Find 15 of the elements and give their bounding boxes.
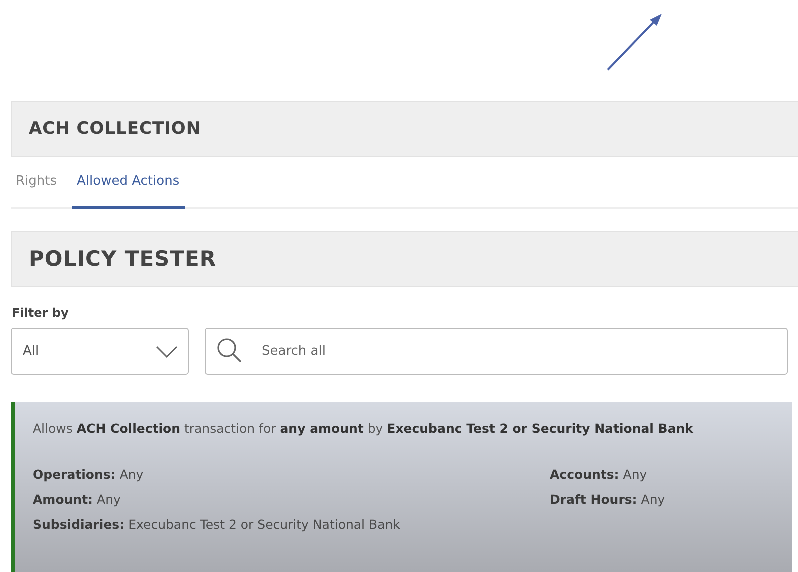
filter-label: Filter by: [12, 306, 70, 320]
section-header: POLICY TESTER: [11, 231, 798, 287]
detail-field: Accounts: Any: [550, 467, 750, 482]
filter-dropdown[interactable]: All: [11, 328, 189, 375]
detail-field: Operations: Any: [33, 467, 550, 482]
tab[interactable]: Allowed Actions: [72, 157, 185, 209]
detail-field: Amount: Any: [33, 492, 550, 507]
section-header: ACH COLLECTION: [11, 101, 798, 157]
detail-field: Draft Hours: Any: [550, 492, 750, 507]
tab[interactable]: Rights: [11, 157, 62, 209]
search-field[interactable]: Search all: [205, 328, 788, 375]
search-icon: [217, 338, 243, 364]
policy-summary: Allows ACH Collection transaction for any amount by Execubanc Test 2 or Security National Bank: [33, 421, 694, 436]
chevron-down-icon: [156, 346, 178, 358]
detail-field: Subsidiaries: Execubanc Test 2 or Security National Bank: [33, 517, 550, 532]
